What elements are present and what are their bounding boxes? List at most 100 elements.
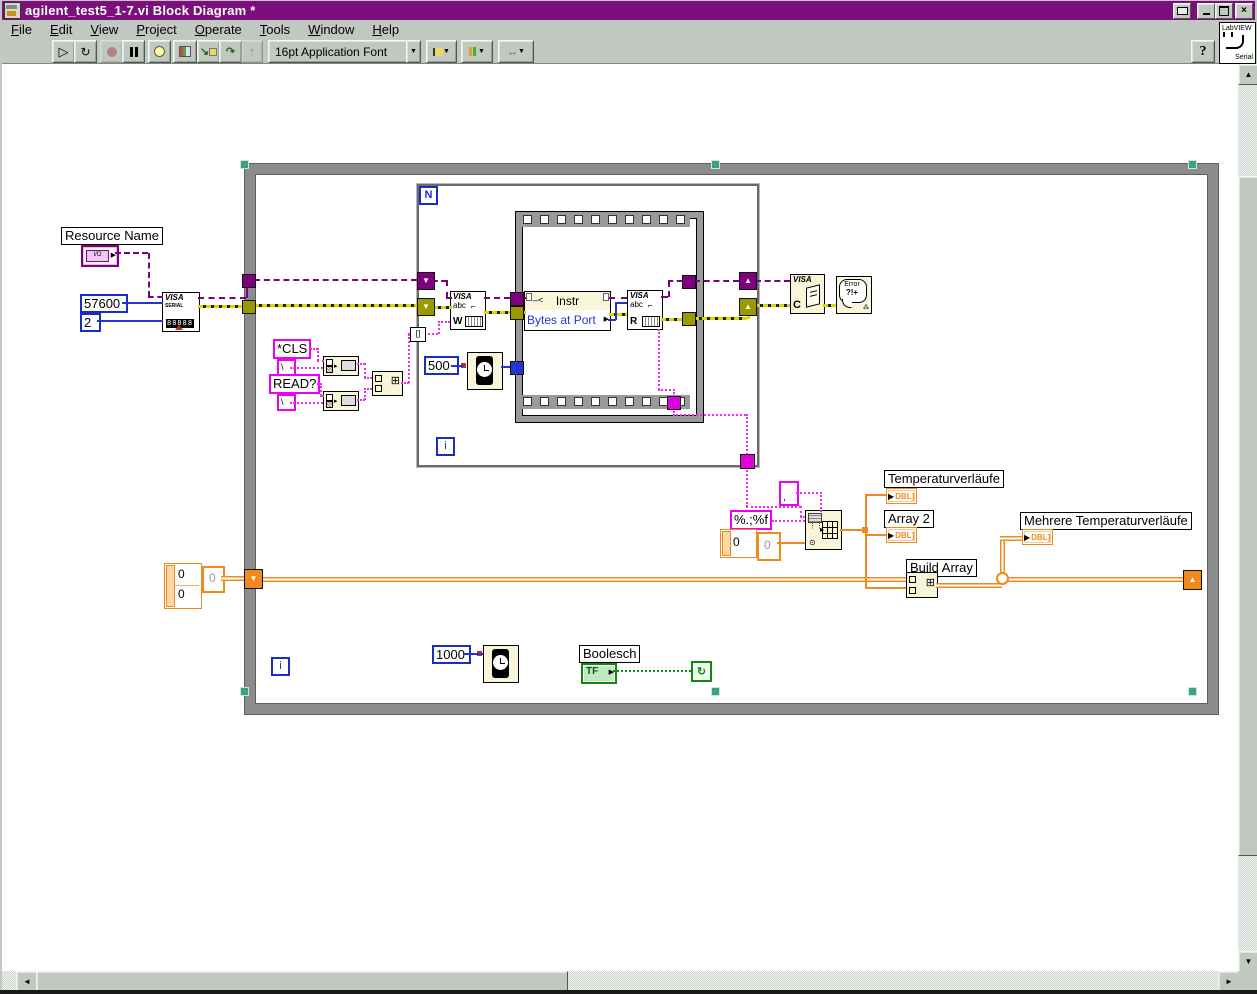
menu-tools[interactable]: Tools xyxy=(251,21,299,38)
read-string-constant[interactable]: READ? xyxy=(269,374,321,394)
selection-handle[interactable] xyxy=(711,687,720,696)
multiple-temperature-label[interactable]: Mehrere Temperaturverläufe xyxy=(1020,512,1192,530)
context-help-button[interactable]: ? xyxy=(1191,40,1215,63)
stop-bits-constant[interactable]: 2 xyxy=(80,313,101,332)
wait-ms-timer-node[interactable] xyxy=(467,352,503,390)
visa-tunnel[interactable] xyxy=(682,275,696,289)
loop-condition-terminal[interactable]: ↻ xyxy=(691,661,712,682)
init-array-constant[interactable]: 0 0 xyxy=(164,563,202,609)
for-loop-count-terminal[interactable]: N xyxy=(419,186,438,205)
menu-window[interactable]: Window xyxy=(299,21,363,38)
string-tunnel[interactable] xyxy=(667,396,681,410)
string-indexing-tunnel[interactable] xyxy=(740,454,755,469)
menu-project[interactable]: Project xyxy=(127,21,185,38)
temperature-label[interactable]: Temperaturverläufe xyxy=(884,470,1004,488)
wait-ms-timer-node[interactable] xyxy=(483,645,519,683)
step-into-button[interactable]: ↘ xyxy=(197,40,220,63)
concatenate-strings-node[interactable]: ▸ xyxy=(323,391,359,411)
dbl-array-indicator[interactable]: ▶ DBL] xyxy=(886,527,917,543)
maximize-button[interactable] xyxy=(1215,2,1233,19)
array2-label[interactable]: Array 2 xyxy=(884,510,934,528)
array-shift-register-right[interactable]: ▲ xyxy=(1183,570,1202,590)
wire-segment xyxy=(484,311,510,314)
run-continuous-button[interactable]: ↻ xyxy=(74,40,97,63)
minimize-button[interactable] xyxy=(1197,2,1215,19)
baud-rate-constant[interactable]: 57600 xyxy=(80,294,128,313)
boolean-control-terminal[interactable]: TF ▶ xyxy=(581,663,617,684)
resource-name-label[interactable]: Resource Name xyxy=(61,227,163,245)
build-array-node[interactable]: ⊞ xyxy=(906,572,938,598)
selection-handle[interactable] xyxy=(711,160,720,169)
simple-error-handler-node[interactable]: Error ?!+ ⁂ xyxy=(836,276,872,314)
step-over-button[interactable]: ↷ xyxy=(219,40,242,63)
menu-help[interactable]: Help xyxy=(363,21,408,38)
io-control-text: I/O xyxy=(86,250,109,262)
visa-shift-register-left[interactable]: ▼ xyxy=(417,272,435,290)
concatenate-strings-node[interactable]: ▸ xyxy=(323,356,359,376)
wait-tunnel[interactable] xyxy=(510,361,524,375)
menu-view[interactable]: View xyxy=(81,21,127,38)
step-out-button[interactable]: ↑ xyxy=(241,40,263,63)
wire-segment xyxy=(668,280,682,282)
selection-handle[interactable] xyxy=(240,160,249,169)
scroll-left-button[interactable]: ◄ xyxy=(16,971,38,992)
distribute-objects-button[interactable]: ▼ xyxy=(461,40,493,63)
array-type-constant-element[interactable]: 0 xyxy=(757,532,781,561)
error-shift-register-right[interactable]: ▲ xyxy=(739,298,757,316)
dbl-array-indicator[interactable]: ▶ DBL] xyxy=(886,488,917,504)
array-shift-register-left[interactable]: ▼ xyxy=(244,569,263,589)
visa-write-node[interactable]: VISA abc ⌐ W xyxy=(450,291,486,330)
scroll-right-button[interactable]: ► xyxy=(1218,971,1240,992)
error-shift-register-left[interactable]: ▼ xyxy=(417,298,435,316)
property-node-class-row[interactable]: –< Instr xyxy=(524,291,611,312)
visa-close-node[interactable]: VISA C xyxy=(790,274,825,314)
visa-shift-register-right[interactable]: ▲ xyxy=(739,272,757,290)
visa-tunnel[interactable] xyxy=(242,274,256,288)
visa-resource-control[interactable]: I/O ▶ xyxy=(81,245,119,267)
horizontal-scrollbar-thumb[interactable] xyxy=(36,971,568,992)
print-button[interactable] xyxy=(1173,2,1191,19)
error-tunnel[interactable] xyxy=(510,306,524,320)
abort-button[interactable] xyxy=(100,40,123,63)
auto-index-tunnel[interactable]: [] xyxy=(410,327,426,342)
error-tunnel[interactable] xyxy=(682,312,696,326)
selection-handle[interactable] xyxy=(240,687,249,696)
dbl-array-indicator[interactable]: ▶ DBL] xyxy=(1022,529,1053,545)
labview-window: agilent_test5_1-7.vi Block Diagram * × F… xyxy=(0,0,1257,994)
highlight-execution-button[interactable] xyxy=(148,40,171,63)
visa-configure-serial-port-node[interactable]: VISA SERIAL 88888 xyxy=(162,292,200,332)
boolean-label[interactable]: Boolesch xyxy=(579,645,641,663)
array-type-constant-index[interactable]: 0 xyxy=(720,529,757,558)
pause-button[interactable] xyxy=(122,40,145,63)
menu-file[interactable]: File xyxy=(2,21,41,38)
index-scrollbar[interactable] xyxy=(722,531,731,556)
index-scrollbar[interactable] xyxy=(166,565,175,607)
align-objects-button[interactable]: ▼ xyxy=(426,40,457,63)
reorder-button[interactable]: ↔ ▼ xyxy=(498,40,534,63)
spreadsheet-string-to-array-node[interactable]: ⋮⋮ ▸ ⊙ xyxy=(805,510,842,550)
visa-read-node[interactable]: VISA abc ⌐ R xyxy=(627,290,663,330)
font-selector[interactable]: 16pt Application Font xyxy=(268,40,414,63)
error-tunnel[interactable] xyxy=(242,300,256,314)
vi-icon[interactable] xyxy=(4,2,21,19)
format-string-constant[interactable]: %.;%f xyxy=(730,510,772,530)
font-selector-dropdown[interactable]: ▼ xyxy=(406,40,421,63)
menu-operate[interactable]: Operate xyxy=(186,21,251,38)
selection-handle[interactable] xyxy=(1188,687,1197,696)
visa-tunnel[interactable] xyxy=(510,292,524,306)
scroll-up-button[interactable]: ▲ xyxy=(1238,64,1257,85)
vertical-scrollbar-thumb[interactable] xyxy=(1238,176,1257,856)
run-button[interactable]: ▷ xyxy=(52,40,75,63)
build-string-array-node[interactable]: ⊞ xyxy=(372,371,403,396)
selection-handle[interactable] xyxy=(1188,160,1197,169)
close-button[interactable]: × xyxy=(1235,2,1253,19)
title-bar[interactable]: agilent_test5_1-7.vi Block Diagram * × xyxy=(2,1,1255,20)
menu-edit[interactable]: Edit xyxy=(41,21,81,38)
scroll-down-button[interactable]: ▼ xyxy=(1238,951,1257,972)
retain-wire-values-button[interactable] xyxy=(173,40,197,63)
for-loop-iteration-terminal[interactable]: i xyxy=(436,437,455,456)
property-node-property-row[interactable]: Bytes at Port ▶ xyxy=(524,310,611,331)
while-loop-iteration-terminal[interactable]: i xyxy=(271,657,290,676)
vi-icon-badge[interactable]: LabVIEW Serial xyxy=(1219,22,1256,64)
cls-string-constant[interactable]: *CLS xyxy=(273,339,312,359)
